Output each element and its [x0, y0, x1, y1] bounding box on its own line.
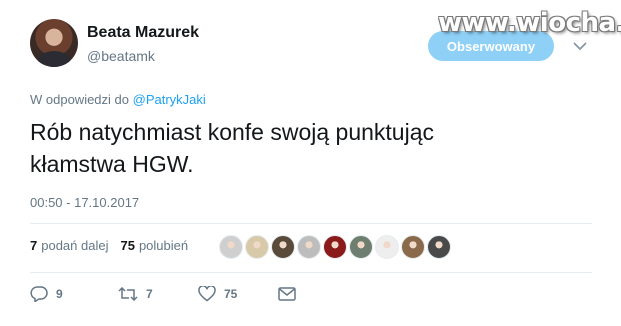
- tweet-text-line: Rób natychmiast konfe swoją punktując: [30, 119, 434, 145]
- envelope-icon: [278, 287, 296, 301]
- likes-stat[interactable]: 75 polubień: [120, 238, 188, 253]
- retweet-count: 7: [146, 287, 153, 301]
- liker-avatar[interactable]: [219, 235, 243, 259]
- tweet-actions: 9 7 75: [30, 286, 296, 302]
- liker-avatar[interactable]: [427, 235, 451, 259]
- avatar[interactable]: [30, 19, 78, 67]
- reply-context: W odpowiedzi do @PatrykJaki: [30, 92, 206, 107]
- liker-avatar[interactable]: [401, 235, 425, 259]
- tweet-timestamp[interactable]: 00:50 - 17.10.2017: [30, 195, 139, 210]
- liker-avatar[interactable]: [323, 235, 347, 259]
- direct-message-button[interactable]: [278, 287, 296, 301]
- reply-icon: [30, 286, 48, 302]
- liker-avatars: [219, 235, 453, 259]
- likes-stat-label: polubień: [138, 238, 189, 253]
- likes-stat-count: 75: [120, 238, 135, 253]
- liker-avatar[interactable]: [349, 235, 373, 259]
- divider: [30, 223, 592, 224]
- retweets-stat[interactable]: 7 podań dalej: [30, 238, 108, 253]
- author-screen-name[interactable]: @beatamk: [87, 48, 155, 64]
- reply-mention-link[interactable]: @PatrykJaki: [133, 92, 206, 107]
- retweet-button[interactable]: 7: [118, 287, 198, 301]
- liker-avatar[interactable]: [245, 235, 269, 259]
- retweets-stat-count: 7: [30, 238, 38, 253]
- like-button[interactable]: 75: [198, 286, 278, 302]
- divider: [30, 272, 592, 273]
- reply-button[interactable]: 9: [30, 286, 118, 302]
- liker-avatar[interactable]: [375, 235, 399, 259]
- tweet-stats: 7 podań dalej 75 polubień: [30, 238, 200, 253]
- tweet-text: Rób natychmiast konfe swoją punktując kł…: [30, 116, 590, 180]
- liker-avatar[interactable]: [271, 235, 295, 259]
- retweets-stat-label: podań dalej: [41, 238, 109, 253]
- author-display-name[interactable]: Beata Mazurek: [87, 24, 199, 42]
- like-count: 75: [224, 287, 238, 301]
- watermark: www.wiocha.pl: [438, 8, 621, 38]
- reply-context-prefix: W odpowiedzi do: [30, 92, 129, 107]
- retweet-icon: [118, 287, 138, 301]
- chevron-down-icon[interactable]: [571, 37, 589, 55]
- reply-count: 9: [56, 287, 63, 301]
- tweet-text-line: kłamstwa HGW.: [30, 151, 194, 177]
- liker-avatar[interactable]: [297, 235, 321, 259]
- heart-icon: [198, 286, 216, 302]
